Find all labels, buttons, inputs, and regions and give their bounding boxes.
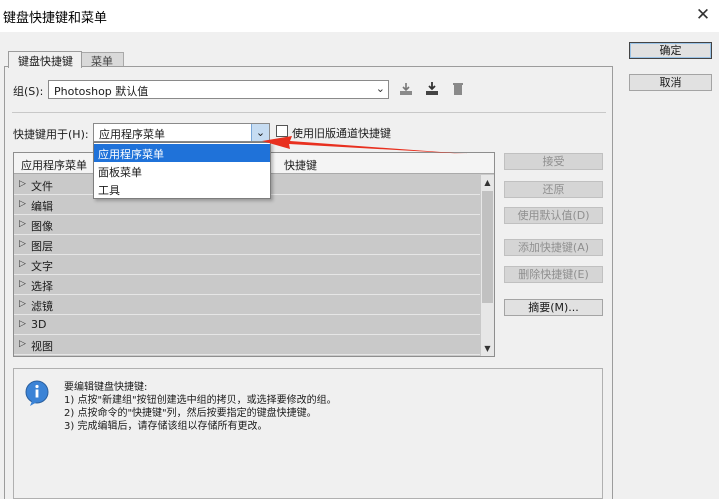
row-label: 3D: [31, 318, 47, 331]
table-row[interactable]: ▷ 选择: [14, 275, 480, 295]
expand-triangle-icon[interactable]: ▷: [19, 319, 26, 329]
group-select-value: Photoshop 默认值: [54, 85, 149, 98]
expand-triangle-icon[interactable]: ▷: [19, 179, 26, 189]
row-label: 视图: [31, 340, 53, 353]
legacy-channel-checkbox[interactable]: [276, 125, 288, 137]
group-label: 组(S):: [13, 85, 44, 98]
accept-button[interactable]: 接受: [504, 153, 603, 170]
trash-icon[interactable]: [450, 81, 466, 97]
legacy-channel-label: 使用旧版通道快捷键: [292, 127, 391, 140]
row-label: 滤镜: [31, 300, 53, 313]
expand-triangle-icon[interactable]: ▷: [19, 279, 26, 289]
tab-menus[interactable]: 菜单: [80, 52, 124, 68]
scroll-thumb[interactable]: [482, 191, 493, 303]
expand-triangle-icon[interactable]: ▷: [19, 239, 26, 249]
title-bar: 键盘快捷键和菜单 ✕: [0, 0, 719, 32]
info-icon: [25, 380, 49, 406]
cancel-button[interactable]: 取消: [629, 74, 712, 91]
shortcuts-for-dropdown: 应用程序菜单 面板菜单 工具: [93, 142, 271, 199]
shortcuts-for-value: 应用程序菜单: [99, 128, 165, 141]
dropdown-option-panel-menu[interactable]: 面板菜单: [94, 162, 270, 180]
section-divider: [12, 112, 606, 113]
shortcuts-for-select[interactable]: 应用程序菜单 ⌄: [93, 123, 270, 142]
undo-button[interactable]: 还原: [504, 181, 603, 198]
group-select[interactable]: Photoshop 默认值 ⌄: [48, 80, 389, 99]
expand-triangle-icon[interactable]: ▷: [19, 339, 26, 349]
expand-triangle-icon[interactable]: ▷: [19, 259, 26, 269]
help-step: 3) 完成编辑后，请存储该组以存储所有更改。: [64, 421, 268, 432]
close-icon[interactable]: ✕: [693, 5, 713, 25]
help-info-box: 要编辑键盘快捷键: 1) 点按"新建组"按钮创建选中组的拷贝，或选择要修改的组。…: [13, 368, 603, 499]
tab-bar: 键盘快捷键 菜单: [4, 51, 613, 68]
expand-triangle-icon[interactable]: ▷: [19, 199, 26, 209]
dropdown-option-tools[interactable]: 工具: [94, 180, 270, 198]
table-row[interactable]: ▷ 图层: [14, 235, 480, 255]
save-set-icon[interactable]: [398, 81, 414, 97]
use-default-button[interactable]: 使用默认值(D): [504, 207, 603, 224]
vertical-scrollbar[interactable]: ▲ ▼: [481, 175, 494, 356]
tab-keyboard-shortcuts[interactable]: 键盘快捷键: [8, 51, 82, 68]
row-label: 图层: [31, 240, 53, 253]
table-row[interactable]: ▷ 视图: [14, 335, 480, 355]
table-row[interactable]: ▷ 图像: [14, 215, 480, 235]
column-header-command[interactable]: 应用程序菜单: [21, 157, 87, 173]
ok-button[interactable]: 确定: [629, 42, 712, 59]
add-shortcut-button[interactable]: 添加快捷键(A): [504, 239, 603, 256]
dropdown-option-app-menu[interactable]: 应用程序菜单: [94, 144, 270, 162]
row-label: 选择: [31, 280, 53, 293]
scroll-up-icon[interactable]: ▲: [481, 176, 494, 190]
delete-shortcut-button[interactable]: 删除快捷键(E): [504, 266, 603, 283]
table-row[interactable]: ▷ 文字: [14, 255, 480, 275]
row-label: 文字: [31, 260, 53, 273]
save-as-set-icon[interactable]: [424, 81, 440, 97]
row-label: 编辑: [31, 200, 53, 213]
shortcuts-for-label: 快捷键用于(H):: [13, 128, 89, 141]
table-row[interactable]: ▷ 3D: [14, 315, 480, 335]
chevron-down-icon: ⌄: [375, 82, 385, 95]
table-row[interactable]: ▷ 滤镜: [14, 295, 480, 315]
row-label: 图像: [31, 220, 53, 233]
chevron-down-icon[interactable]: ⌄: [251, 124, 269, 141]
expand-triangle-icon[interactable]: ▷: [19, 299, 26, 309]
row-label: 文件: [31, 180, 53, 193]
summary-button[interactable]: 摘要(M)...: [504, 299, 603, 316]
scroll-down-icon[interactable]: ▼: [481, 342, 494, 356]
expand-triangle-icon[interactable]: ▷: [19, 219, 26, 229]
column-header-shortcut[interactable]: 快捷键: [284, 157, 317, 173]
dialog-title: 键盘快捷键和菜单: [3, 11, 108, 26]
